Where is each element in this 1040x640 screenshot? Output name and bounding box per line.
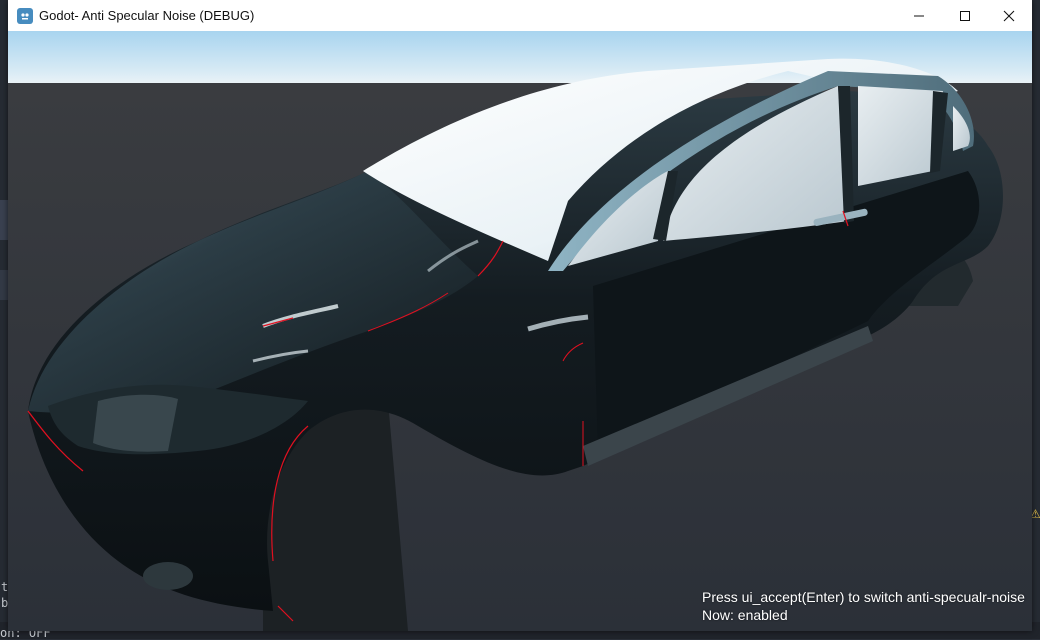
game-window: Godot- Anti Specular Noise (DEBUG) Press…	[8, 0, 1032, 631]
debug-overlay: Press ui_accept(Enter) to switch anti-sp…	[702, 588, 1032, 624]
window-title: Godot- Anti Specular Noise (DEBUG)	[39, 8, 255, 23]
close-button[interactable]	[986, 0, 1032, 31]
minimize-icon	[914, 15, 924, 16]
instruction-text: Press ui_accept(Enter) to switch anti-sp…	[702, 589, 1025, 605]
maximize-button[interactable]	[942, 0, 988, 31]
game-viewport[interactable]: Press ui_accept(Enter) to switch anti-sp…	[8, 31, 1032, 631]
title-bar[interactable]: Godot- Anti Specular Noise (DEBUG)	[8, 0, 1032, 31]
minimize-button[interactable]	[896, 0, 942, 31]
editor-panel-edge	[0, 270, 8, 300]
status-text: Now: enabled	[702, 607, 788, 623]
close-icon	[1003, 10, 1015, 21]
maximize-icon	[960, 10, 970, 21]
godot-icon	[17, 7, 33, 24]
car-render-scene	[8, 31, 1032, 631]
editor-panel-edge	[0, 200, 8, 240]
